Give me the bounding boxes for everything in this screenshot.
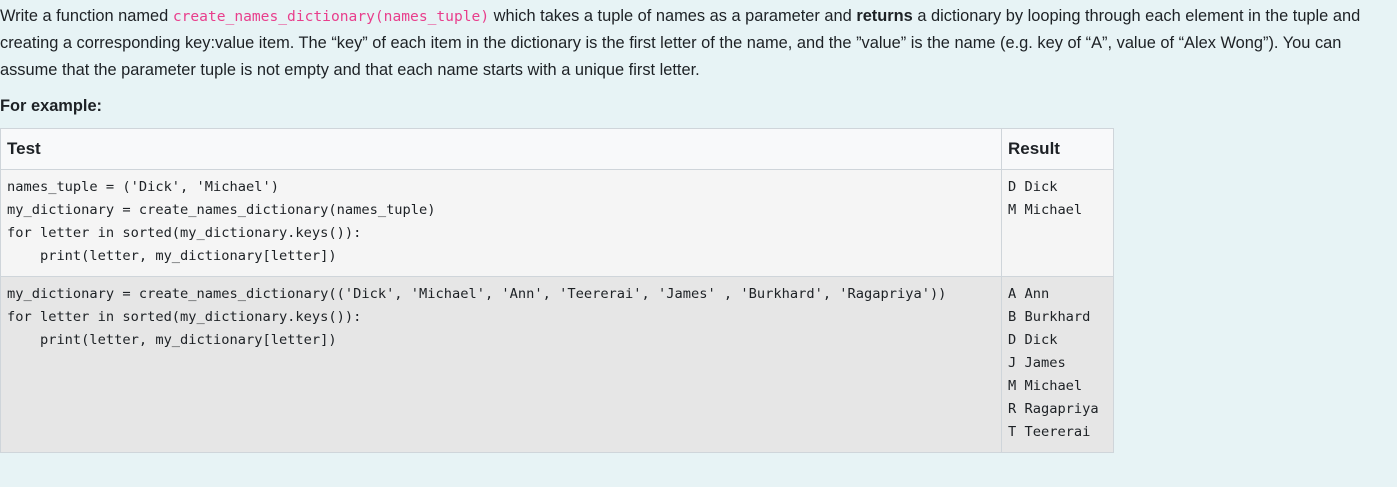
example-heading: For example:: [0, 97, 103, 115]
returns-keyword: returns: [856, 7, 913, 25]
question-middle: which takes a tuple of names as a parame…: [489, 7, 857, 25]
table-header-row: Test Result: [0, 128, 1114, 170]
question-intro: Write a function named: [0, 7, 173, 25]
table-row: my_dictionary = create_names_dictionary(…: [0, 276, 1114, 453]
result-output: A Ann B Burkhard D Dick J James M Michae…: [1008, 286, 1099, 440]
function-signature: create_names_dictionary(names_tuple): [172, 8, 490, 25]
question-text: Write a function named create_names_dict…: [0, 3, 1395, 84]
result-cell: D Dick M Michael: [1001, 169, 1114, 277]
table-row: names_tuple = ('Dick', 'Michael') my_dic…: [0, 169, 1114, 277]
test-cell: names_tuple = ('Dick', 'Michael') my_dic…: [0, 169, 1002, 277]
result-column-header: Result: [1001, 128, 1114, 170]
test-cell: my_dictionary = create_names_dictionary(…: [0, 276, 1002, 453]
test-code: names_tuple = ('Dick', 'Michael') my_dic…: [7, 179, 436, 264]
result-output: D Dick M Michael: [1008, 179, 1083, 218]
test-column-header: Test: [0, 128, 1002, 170]
test-code: my_dictionary = create_names_dictionary(…: [7, 286, 947, 348]
examples-table: Test Result names_tuple = ('Dick', 'Mich…: [0, 128, 1114, 453]
result-cell: A Ann B Burkhard D Dick J James M Michae…: [1001, 276, 1114, 453]
